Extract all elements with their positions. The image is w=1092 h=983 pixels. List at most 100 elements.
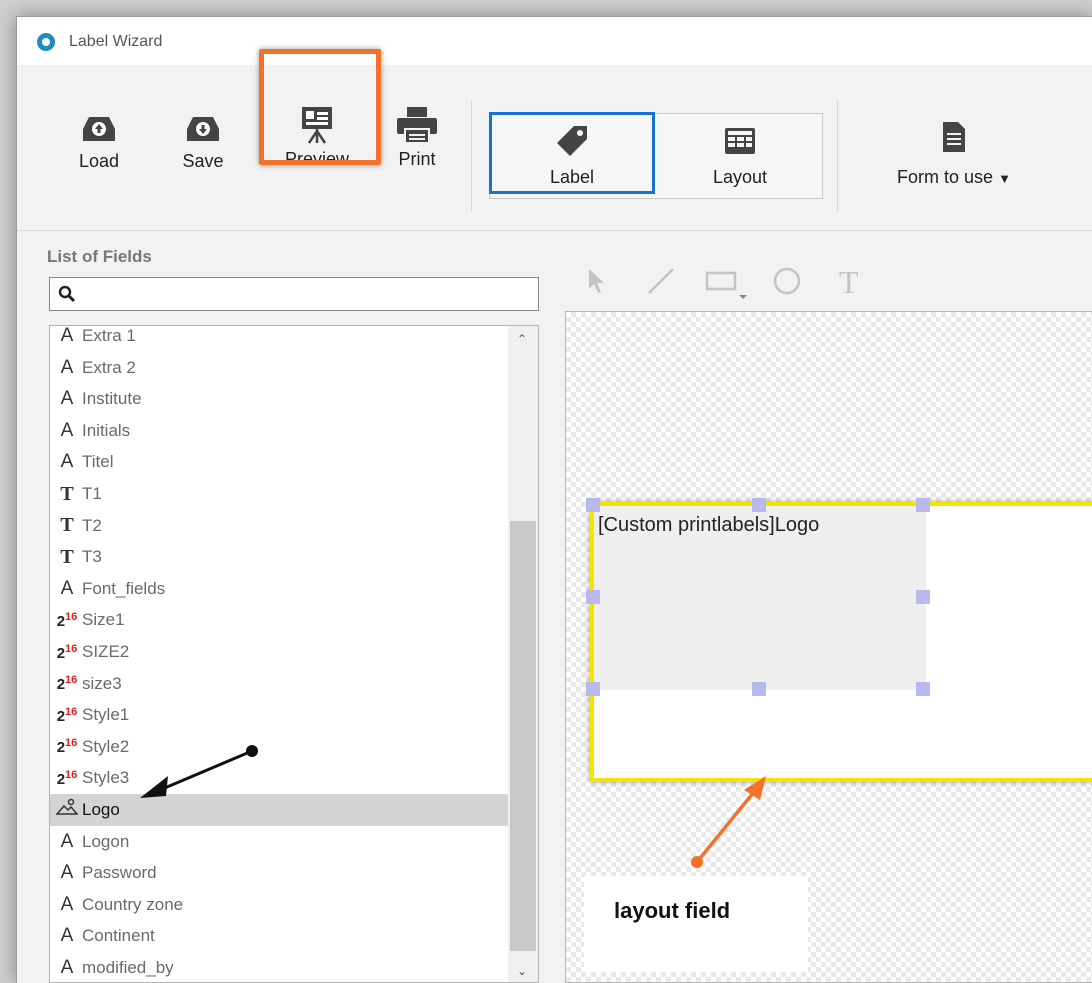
list-item[interactable]: A Extra 1 [50,325,508,352]
list-item-label: Style1 [82,705,130,725]
list-item[interactable]: A Country zone [50,889,508,921]
list-item-label: Style3 [82,768,130,788]
list-item-label: Logo [82,800,120,819]
list-item[interactable]: 216 size3 [50,668,508,700]
numeric-field-icon: 216 [56,642,78,662]
list-item[interactable]: T T3 [50,541,508,573]
label-mode-selected-outline [489,112,655,194]
list-item[interactable]: A Extra 2 [50,352,508,384]
list-item[interactable]: A Initials [50,415,508,447]
list-item[interactable]: A Continent [50,920,508,952]
load-button[interactable]: Load [69,113,129,172]
list-item-label: T1 [82,484,102,503]
rectangle-tool-icon[interactable] [705,271,747,299]
print-button[interactable]: Print [389,105,445,170]
drawing-toolbar: T [585,264,885,300]
label-wizard-window: Label Wizard Load Save Preview Print Lab… [16,16,1092,983]
toolbar: Load Save Preview Print Label Layout For… [17,65,1092,231]
list-item[interactable]: A Titel [50,446,508,478]
list-item-label: Logon [82,831,130,851]
text-field-icon: A [60,830,74,852]
list-item[interactable]: A Font_fields [50,573,508,605]
scroll-down-icon[interactable]: ⌄ [517,964,527,978]
layout-mode-button[interactable]: Layout [681,127,799,188]
form-to-use-dropdown[interactable]: Form to use ▼ [879,121,1029,188]
numeric-field-icon: 216 [56,674,78,694]
toolbar-separator [837,101,838,211]
list-item-label: T2 [82,515,102,535]
list-item-label: Extra 2 [82,357,136,377]
fields-list[interactable]: Amodified_by A Continent A Country zone A Pass… [49,325,539,983]
scroll-up-icon[interactable]: ⌃ [517,332,527,346]
resize-handle[interactable] [916,498,930,512]
list-item[interactable]: T T1 [50,478,508,510]
annotation-text: layout field [614,898,731,923]
list-item[interactable]: 216 Style2 [50,731,508,763]
numeric-field-icon: 216 [56,610,78,630]
list-scrollbar[interactable]: ⌃ ⌄ [508,326,538,982]
resize-handle[interactable] [586,590,600,604]
upload-tray-icon [83,117,115,141]
list-item[interactable]: Logo [50,794,508,826]
list-item[interactable]: 216 Size1 [50,604,508,636]
text-tool-icon[interactable]: T [839,264,859,300]
list-item-label: Institute [82,389,142,409]
pointer-tool-icon[interactable] [589,269,604,293]
layout-field-logo[interactable]: [Custom printlabels]Logo [594,506,926,690]
text-field-icon: A [60,451,74,473]
svg-text:T: T [839,265,859,300]
numeric-field-icon: 216 [56,768,78,788]
resize-handle[interactable] [752,498,766,512]
load-label: Load [78,151,120,171]
field-search-input[interactable] [49,277,539,311]
list-item[interactable]: A Password [50,857,508,889]
list-item-label: Titel [82,452,114,472]
list-item[interactable]: Amodified_by [50,952,508,982]
list-item[interactable]: 216 Style3 [50,762,508,794]
printer-icon [397,107,437,144]
resize-handle[interactable] [752,682,766,696]
resize-handle[interactable] [916,590,930,604]
list-item[interactable]: A Institute [50,383,508,415]
text-field-icon: A [60,388,74,410]
list-item-label: modified_by [82,958,174,977]
label-area[interactable]: [Custom printlabels]Logo [586,498,1092,782]
fields-panel-title: List of Fields [47,247,152,266]
form-to-use-label: Form to use ▼ [897,167,1011,187]
list-item[interactable]: 216 SIZE2 [50,636,508,668]
scrollbar-thumb[interactable] [510,521,536,951]
list-item[interactable]: T T2 [50,510,508,542]
list-item-label: size3 [82,673,122,693]
text-field-icon: A [60,893,74,915]
layout-field-text: [Custom printlabels]Logo [598,514,820,536]
layout-panel: T [Custom printlabels]Logo layout field [557,231,1092,983]
preview-highlight-outline [259,49,381,165]
list-item[interactable]: 216 Style1 [50,699,508,731]
list-item-label: Font_fields [82,578,166,598]
resize-handle[interactable] [916,682,930,696]
annotation-box: layout field [584,876,808,972]
layout-mode-label: Layout [712,167,768,187]
image-field-icon [52,798,82,822]
numeric-field-icon: 216 [56,737,78,757]
list-item-label: Country zone [82,894,184,914]
list-item-label: Style2 [82,736,130,756]
save-button[interactable]: Save [173,113,233,172]
text-field-icon: A [60,325,74,346]
caret-down-icon: ▼ [998,171,1011,186]
resize-handle[interactable] [586,498,600,512]
list-item-label: Continent [82,926,155,946]
ellipse-tool-icon[interactable] [773,267,801,295]
toolbar-separator [471,101,472,211]
table-grid-icon [725,128,755,154]
resize-handle[interactable] [586,682,600,696]
layout-canvas[interactable]: [Custom printlabels]Logo layout field [565,311,1092,983]
list-item-label: Password [82,863,157,883]
save-label: Save [182,151,224,171]
app-logo-icon [37,33,55,51]
text-field-icon: A [60,957,74,978]
document-icon [943,122,965,152]
line-tool-icon[interactable] [648,268,674,294]
list-item[interactable]: A Logon [50,826,508,858]
list-item-label: T3 [82,547,102,567]
